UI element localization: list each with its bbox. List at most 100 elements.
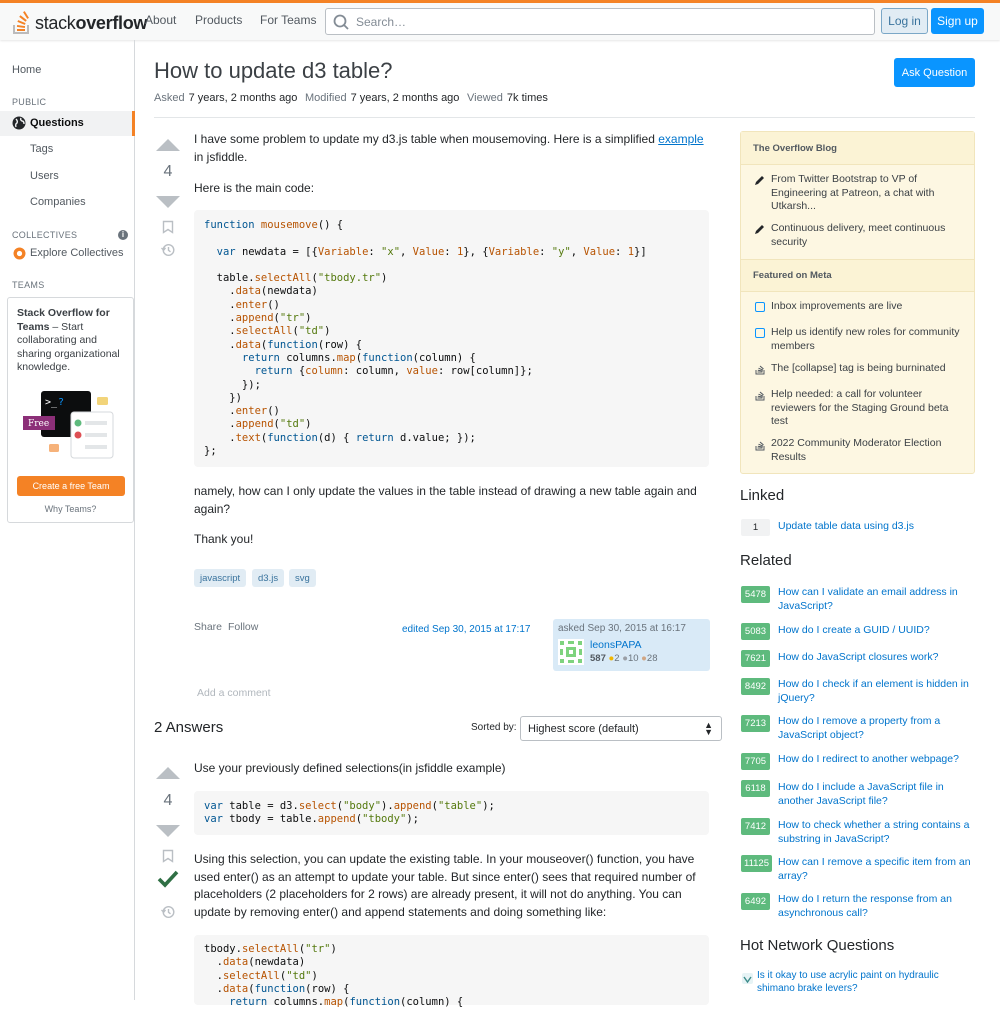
history-icon[interactable] — [161, 905, 175, 919]
linked-item[interactable]: Update table data using d3.js — [778, 520, 973, 534]
asked-label: Asked — [154, 92, 185, 104]
login-button[interactable]: Log in — [881, 8, 928, 34]
related-item[interactable]: How do I remove a property from a JavaSc… — [778, 715, 973, 742]
create-team-button[interactable]: Create a free Team — [17, 476, 125, 496]
stack-meta-icon — [755, 391, 765, 401]
svg-text:>_: >_ — [45, 397, 58, 408]
site-logo[interactable]: stackoverflow — [12, 6, 147, 40]
linked-heading: Linked — [740, 487, 785, 504]
ask-question-button[interactable]: Ask Question — [894, 58, 975, 87]
related-score: 6492 — [741, 893, 770, 910]
meta-square-icon — [755, 302, 765, 312]
follow-link[interactable]: Follow — [228, 621, 258, 633]
sidebar-item-questions[interactable]: Questions — [0, 111, 135, 136]
share-link[interactable]: Share — [194, 621, 222, 633]
meta-item[interactable]: Help us identify new roles for community… — [771, 326, 966, 353]
svg-text:?: ? — [58, 397, 64, 408]
meta-square-icon — [755, 328, 765, 338]
related-item[interactable]: How do I include a JavaScript file in an… — [778, 781, 973, 808]
owner-card: asked Sep 30, 2015 at 16:17 leonsPAPA 58… — [553, 619, 710, 671]
related-item[interactable]: How do I check if an element is hidden i… — [778, 678, 973, 705]
accepted-check-icon — [157, 870, 179, 888]
owner-asked-date: asked Sep 30, 2015 at 16:17 — [558, 623, 686, 634]
related-score: 7213 — [741, 715, 770, 732]
sidebar-item-users[interactable]: Users — [30, 170, 59, 182]
answer-body: Using this selection, you can update the… — [194, 852, 696, 919]
overflow-blog-box: The Overflow Blog From Twitter Bootstrap… — [740, 131, 975, 474]
modified-value[interactable]: 7 years, 2 months ago — [351, 92, 460, 104]
sidebar-item-home[interactable]: Home — [12, 64, 41, 76]
meta-item[interactable]: Inbox improvements are live — [771, 300, 966, 314]
search-icon — [333, 14, 349, 30]
search-input[interactable] — [356, 14, 856, 29]
related-item[interactable]: How do I redirect to another webpage? — [778, 753, 973, 767]
related-score: 8492 — [741, 678, 770, 695]
meta-item[interactable]: The [collapse] tag is being burninated — [771, 362, 966, 376]
why-teams-link[interactable]: Why Teams? — [8, 504, 133, 514]
sidebar-item-tags[interactable]: Tags — [30, 143, 53, 155]
related-item[interactable]: How to check whether a string contains a… — [778, 819, 973, 846]
modified-label: Modified — [305, 92, 347, 104]
free-badge: Free — [28, 419, 50, 429]
blog-item[interactable]: Continuous delivery, meet continuous sec… — [771, 222, 966, 249]
collectives-icon — [13, 247, 26, 260]
page-title[interactable]: How to update d3 table? — [154, 58, 393, 84]
pencil-icon — [755, 176, 764, 185]
bookmark-icon[interactable] — [162, 849, 174, 863]
owner-name-link[interactable]: leonsPAPA — [590, 639, 642, 651]
sidebar-item-companies[interactable]: Companies — [30, 196, 86, 208]
related-heading: Related — [740, 552, 792, 569]
answer-downvote-button[interactable] — [156, 825, 180, 837]
question-intro: I have some problem to update my d3.js t… — [194, 131, 714, 166]
info-icon[interactable]: i — [118, 230, 128, 240]
tag-d3js[interactable]: d3.js — [252, 569, 285, 587]
blog-item[interactable]: From Twitter Bootstrap to VP of Engineer… — [771, 173, 966, 214]
related-item[interactable]: How can I remove a specific item from an… — [778, 856, 973, 883]
hnq-item[interactable]: Is it okay to use acrylic paint on hydra… — [757, 970, 957, 995]
history-icon[interactable] — [161, 243, 175, 257]
tag-svg[interactable]: svg — [289, 569, 316, 587]
related-score: 6118 — [741, 780, 770, 797]
question-downvote-button[interactable] — [156, 196, 180, 208]
related-item[interactable]: How do JavaScript closures work? — [778, 651, 973, 665]
meta-item[interactable]: Help needed: a call for volunteer review… — [771, 388, 966, 429]
answer-upvote-button[interactable] — [156, 767, 180, 779]
avatar[interactable] — [558, 639, 584, 665]
select-caret-icon: ▲ ▼ — [704, 720, 713, 737]
related-score: 7621 — [741, 650, 770, 667]
left-sidebar: Home PUBLIC Questions Tags Users Compani… — [0, 40, 135, 1000]
linked-score: 1 — [741, 519, 770, 536]
related-item[interactable]: How do I return the response from an asy… — [778, 893, 973, 920]
sidebar-section-teams: TEAMS — [12, 280, 45, 290]
add-comment-link[interactable]: Add a comment — [197, 687, 271, 699]
answer-vote-count: 4 — [163, 792, 173, 809]
nav-for-teams[interactable]: For Teams — [260, 13, 316, 27]
related-item[interactable]: How do I create a GUID / UUID? — [778, 624, 973, 638]
meta-item[interactable]: 2022 Community Moderator Election Result… — [771, 437, 966, 464]
sidebar-item-explore-collectives[interactable]: Explore Collectives — [30, 247, 124, 259]
globe-icon — [12, 116, 26, 130]
edited-link[interactable]: edited Sep 30, 2015 at 17:17 — [402, 624, 530, 635]
example-link[interactable]: example — [658, 132, 703, 146]
sort-select[interactable]: Highest score (default) ▲ ▼ — [520, 716, 722, 741]
bookmark-icon[interactable] — [162, 220, 174, 234]
sidebar-section-collectives: COLLECTIVES — [12, 230, 78, 240]
stackoverflow-logo-icon — [13, 11, 29, 34]
question-vote-count: 4 — [163, 163, 173, 180]
nav-products[interactable]: Products — [195, 13, 242, 27]
stack-meta-icon — [755, 365, 765, 375]
search-box[interactable] — [325, 8, 875, 35]
question-upvote-button[interactable] — [156, 139, 180, 151]
question-outro: namely, how can I only update the values… — [194, 484, 697, 516]
related-score: 5478 — [741, 586, 770, 603]
question-code-block: function mousemove() { var newdata = [{V… — [194, 210, 709, 467]
logo-text-light: stack — [35, 12, 76, 33]
tag-javascript[interactable]: javascript — [194, 569, 247, 587]
teams-promo-text: Stack Overflow for Teams – Start collabo… — [17, 307, 127, 375]
answer-intro: Use your previously defined selections(i… — [194, 761, 506, 775]
related-item[interactable]: How can I validate an email address in J… — [778, 586, 973, 613]
nav-about[interactable]: About — [145, 13, 176, 27]
sidebar-item-questions-label: Questions — [30, 117, 84, 129]
signup-button[interactable]: Sign up — [931, 8, 984, 34]
teams-promo: Stack Overflow for Teams – Start collabo… — [7, 297, 134, 523]
